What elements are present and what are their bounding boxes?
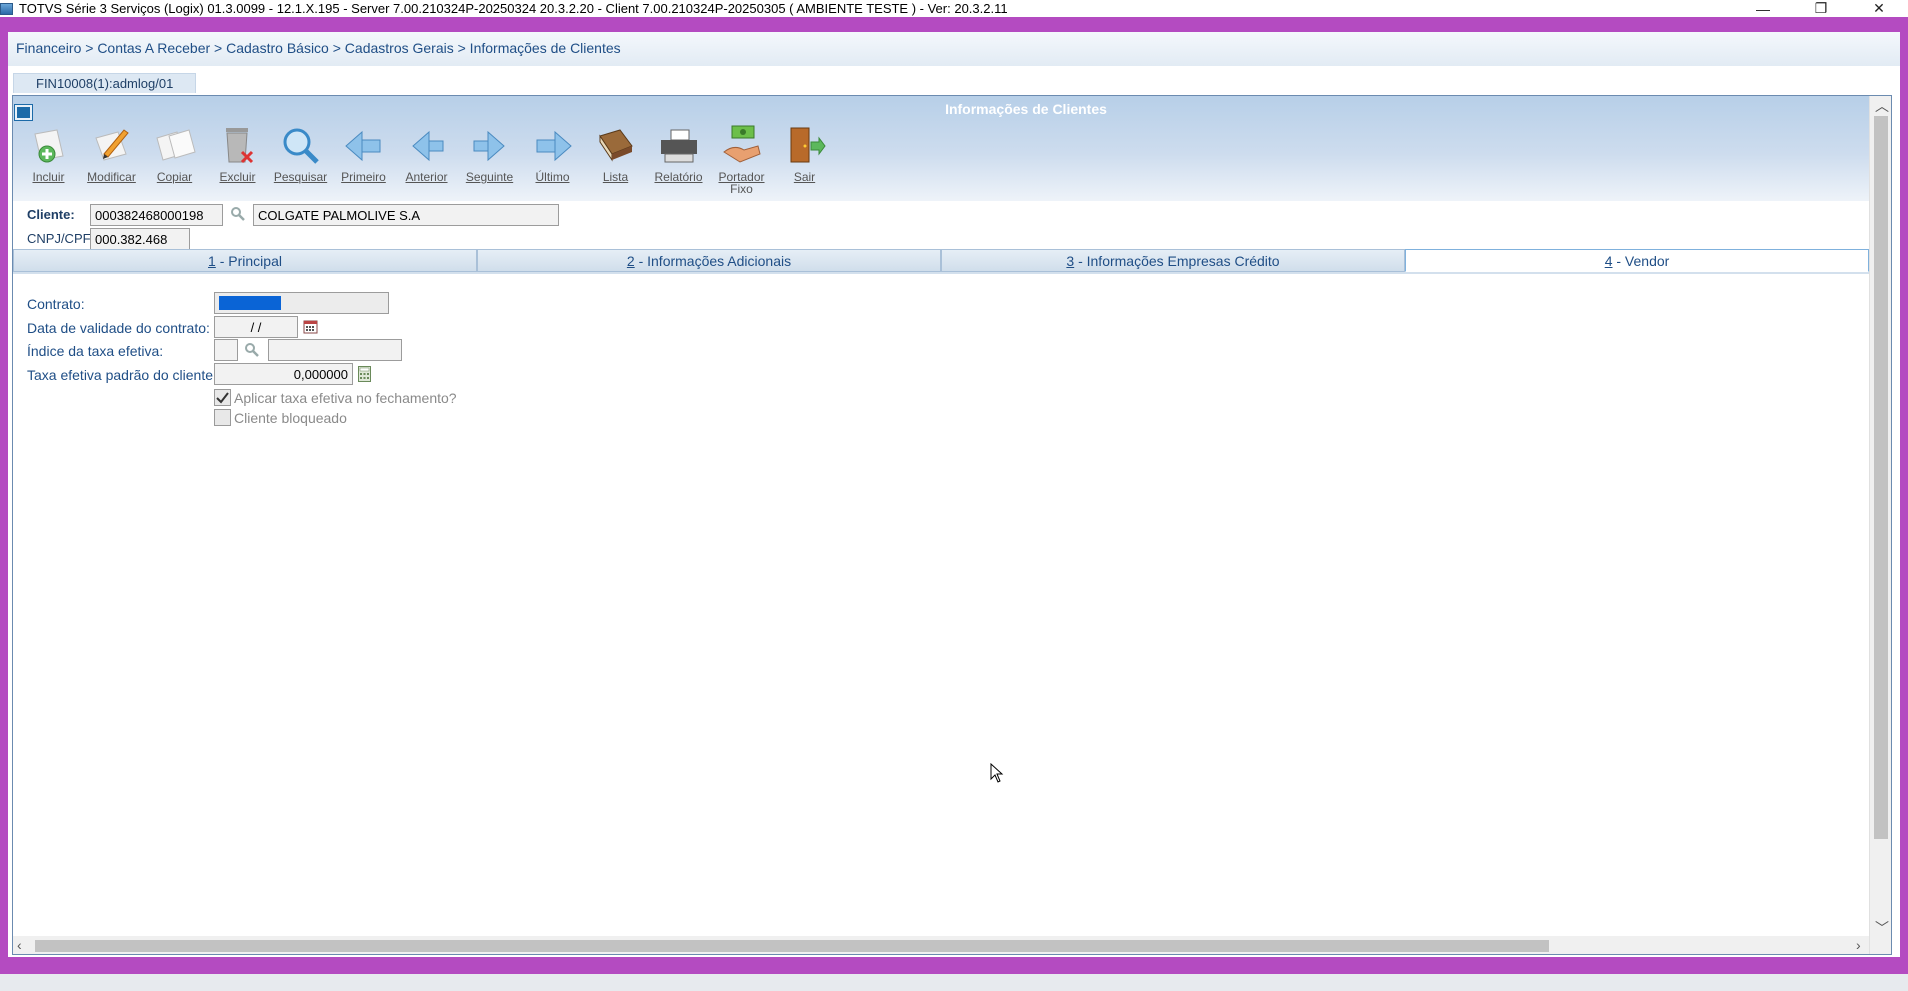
- close-button[interactable]: ✕: [1850, 0, 1908, 17]
- anterior-label: Anterior: [405, 170, 448, 184]
- previous-arrow-icon: [405, 124, 449, 168]
- sair-label: Sair: [793, 170, 816, 184]
- tab-label: - Principal: [215, 253, 282, 269]
- tab-label: - Informações Adicionais: [634, 253, 792, 269]
- cliente-code-field[interactable]: 000382468000198: [90, 204, 223, 226]
- indice-code-field[interactable]: [214, 339, 238, 361]
- calculator-icon[interactable]: [358, 366, 371, 382]
- portador-fixo-label-2: Fixo: [730, 182, 753, 196]
- taskbar-strip: [0, 974, 1908, 991]
- pesquisar-label: Pesquisar: [273, 170, 328, 184]
- app-title: TOTVS Série 3 Serviços (Logix) 01.3.0099…: [19, 1, 1008, 16]
- lista-label: Lista: [602, 170, 629, 184]
- tab-3[interactable]: 3 - Informações Empresas Crédito: [941, 249, 1405, 272]
- horizontal-scrollbar[interactable]: ‹ ›: [13, 936, 1869, 954]
- cliente-name-field[interactable]: COLGATE PALMOLIVE S.A: [253, 204, 559, 226]
- scroll-left-icon[interactable]: ‹: [17, 937, 22, 953]
- tab-label: - Informações Empresas Crédito: [1074, 253, 1280, 269]
- restore-button[interactable]: ❐: [1792, 0, 1850, 17]
- portador-fixo-button[interactable]: Portador Fixo: [710, 124, 773, 198]
- edit-document-icon: [90, 124, 134, 168]
- copiar-button[interactable]: Copiar: [143, 124, 206, 198]
- breadcrumb: Financeiro > Contas A Receber > Cadastro…: [8, 32, 1900, 66]
- calendar-icon[interactable]: [303, 319, 318, 334]
- first-arrow-icon: [342, 124, 386, 168]
- magnifier-icon: [279, 124, 323, 168]
- program-tab[interactable]: FIN10008(1):admlog/01: [13, 73, 197, 93]
- contrato-selection: [219, 296, 281, 310]
- mouse-cursor-icon: [990, 762, 1004, 788]
- add-document-icon: [27, 124, 71, 168]
- pesquisar-button[interactable]: Pesquisar: [269, 124, 332, 198]
- window-header: Informações de Clientes Incluir Modificar…: [13, 96, 1869, 201]
- minimize-button[interactable]: —: [1734, 0, 1792, 17]
- horizontal-scroll-thumb[interactable]: [35, 940, 1549, 952]
- app-content: Financeiro > Contas A Receber > Cadastro…: [8, 32, 1900, 957]
- primeiro-button[interactable]: Primeiro: [332, 124, 395, 198]
- exit-door-icon: [783, 124, 827, 168]
- money-hand-icon: [720, 124, 764, 168]
- last-arrow-icon: [531, 124, 575, 168]
- aplicar-taxa-checkbox[interactable]: [214, 389, 231, 406]
- taxa-label: Taxa efetiva padrão do cliente:: [27, 367, 217, 383]
- data-validade-label: Data de validade do contrato:: [27, 320, 210, 336]
- scroll-up-icon[interactable]: ︿: [1875, 96, 1889, 116]
- ultimo-label: Último: [535, 170, 570, 184]
- relatorio-button[interactable]: Relatório: [647, 124, 710, 198]
- seguinte-label: Seguinte: [465, 170, 514, 184]
- cliente-label: Cliente:: [27, 207, 75, 222]
- anterior-button[interactable]: Anterior: [395, 124, 458, 198]
- printer-icon: [657, 124, 701, 168]
- trash-icon: [216, 124, 260, 168]
- sair-button[interactable]: Sair: [773, 124, 836, 198]
- relatorio-label: Relatório: [654, 170, 703, 184]
- tab-2[interactable]: 2 - Informações Adicionais: [477, 249, 941, 272]
- modificar-button[interactable]: Modificar: [80, 124, 143, 198]
- cliente-bloqueado-checkbox[interactable]: [214, 409, 231, 426]
- tab-bar: 1 - Principal 2 - Informações Adicionais 3…: [13, 249, 1869, 274]
- indice-label: Índice da taxa efetiva:: [27, 343, 164, 359]
- tab-number: 2: [626, 253, 635, 269]
- primeiro-label: Primeiro: [341, 170, 386, 184]
- modificar-label: Modificar: [87, 170, 136, 184]
- copy-document-icon: [153, 124, 197, 168]
- excluir-button[interactable]: Excluir: [206, 124, 269, 198]
- vertical-scrollbar[interactable]: ︿ ﹀: [1869, 96, 1891, 954]
- aplicar-taxa-label: Aplicar taxa efetiva no fechamento?: [234, 390, 457, 406]
- book-icon: [594, 124, 638, 168]
- program-tabstrip: FIN10008(1):admlog/01: [8, 66, 1900, 96]
- toolbar: Incluir Modificar Copiar Excluir Pesquisar Pr…: [17, 124, 836, 198]
- incluir-label: Incluir: [32, 170, 65, 184]
- next-arrow-icon: [468, 124, 512, 168]
- ultimo-button[interactable]: Último: [521, 124, 584, 198]
- app-titlebar: TOTVS Série 3 Serviços (Logix) 01.3.0099…: [0, 0, 1908, 17]
- program-window: Informações de Clientes Incluir Modificar…: [12, 95, 1892, 955]
- indice-search-icon[interactable]: [244, 342, 260, 358]
- taxa-field[interactable]: 0,000000: [214, 363, 353, 385]
- contrato-label: Contrato:: [27, 296, 85, 312]
- app-frame: Financeiro > Contas A Receber > Cadastro…: [0, 17, 1908, 991]
- indice-desc-field[interactable]: [268, 339, 402, 361]
- seguinte-button[interactable]: Seguinte: [458, 124, 521, 198]
- cnpj-field[interactable]: 000.382.468: [90, 228, 190, 250]
- tab-label: - Vendor: [1612, 253, 1670, 269]
- vertical-scroll-thumb[interactable]: [1874, 116, 1888, 839]
- cnpj-label: CNPJ/CPF:: [27, 231, 95, 246]
- search-icon[interactable]: [230, 206, 246, 222]
- copiar-label: Copiar: [156, 170, 193, 184]
- scroll-down-icon[interactable]: ﹀: [1875, 918, 1889, 938]
- excluir-label: Excluir: [219, 170, 256, 184]
- cliente-bloqueado-label: Cliente bloqueado: [234, 410, 347, 426]
- window-title: Informações de Clientes: [945, 101, 1107, 117]
- tab-1[interactable]: 1 - Principal: [13, 249, 477, 272]
- scroll-right-icon[interactable]: ›: [1856, 937, 1861, 953]
- app-icon: [0, 2, 13, 15]
- incluir-button[interactable]: Incluir: [17, 124, 80, 198]
- tab-4[interactable]: 4 - Vendor: [1405, 249, 1869, 272]
- data-validade-field[interactable]: / /: [214, 316, 298, 338]
- contrato-field[interactable]: [214, 292, 389, 314]
- checkmark-icon: [216, 392, 229, 404]
- tab-number: 1: [208, 253, 216, 269]
- lista-button[interactable]: Lista: [584, 124, 647, 198]
